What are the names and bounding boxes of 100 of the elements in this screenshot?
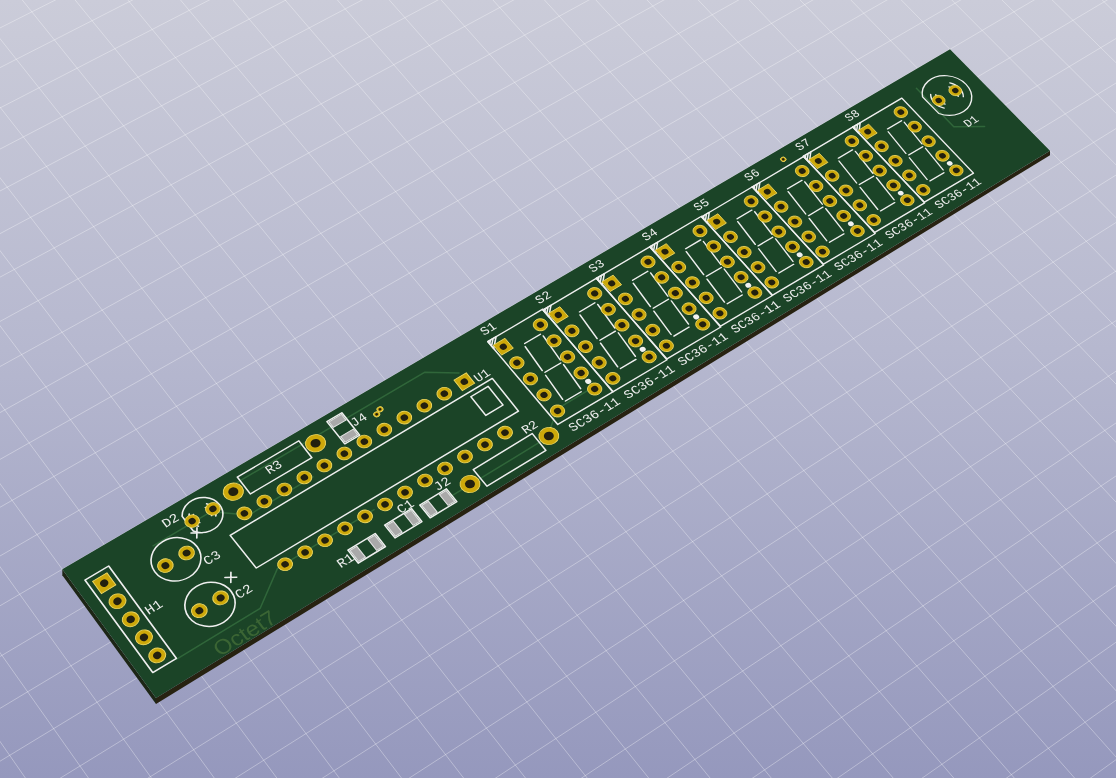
solder-pad: [921, 135, 936, 148]
solder-pad: [92, 572, 117, 594]
smd-pad: [328, 413, 347, 429]
pin-one-marker: [649, 241, 659, 255]
solder-pad: [337, 521, 353, 536]
solder-pad: [357, 509, 373, 524]
solder-pad: [336, 446, 353, 461]
solder-pad: [667, 286, 683, 300]
solder-pad: [888, 155, 903, 167]
solder-pad: [437, 461, 453, 476]
solder-pad: [547, 306, 569, 324]
solder-pad: [222, 482, 244, 501]
copper-trace: [915, 87, 986, 128]
silkscreen-label: R3: [262, 458, 286, 478]
solder-pad: [712, 307, 728, 320]
solder-pad: [591, 356, 607, 369]
solder-pad: [902, 169, 917, 182]
solder-pad: [205, 502, 221, 516]
pin-one-marker: [700, 211, 710, 225]
solder-pad: [824, 169, 840, 182]
solder-pad: [135, 629, 153, 646]
solder-pad: [857, 123, 878, 140]
solder-pad: [376, 422, 393, 437]
solder-pad: [948, 85, 963, 97]
solder-pad: [750, 261, 766, 274]
solder-pad: [858, 149, 873, 162]
solder-pad: [549, 404, 566, 418]
solder-pad: [935, 149, 950, 162]
solder-pad: [532, 318, 548, 332]
silkscreen-label: C1: [394, 497, 418, 518]
solder-pad: [743, 195, 759, 208]
solder-pad: [685, 276, 700, 289]
solder-pad: [236, 506, 253, 521]
silkscreen-label: S8: [842, 107, 864, 125]
solder-pad: [276, 482, 293, 497]
silkscreen-label: H1: [142, 597, 167, 619]
solder-pad: [157, 558, 174, 573]
solder-pad: [256, 494, 273, 509]
smd-pad: [421, 500, 438, 517]
solder-pad: [377, 497, 393, 512]
solder-pad: [757, 210, 773, 223]
solder-pad: [886, 179, 901, 192]
silkscreen-label: S3: [586, 257, 609, 276]
silkscreen-label: U1: [471, 366, 495, 386]
smd-pad: [339, 428, 359, 443]
solder-pad: [852, 199, 867, 212]
solder-pad: [396, 410, 413, 425]
via: [780, 156, 787, 162]
solder-pad: [356, 434, 373, 449]
pin-one-marker: [542, 304, 552, 318]
solder-pad: [587, 287, 603, 300]
solder-pad: [764, 276, 780, 289]
solder-pad: [184, 514, 200, 528]
silkscreen-label: S4: [639, 226, 662, 245]
solder-pad: [148, 647, 167, 664]
solder-pad: [628, 334, 644, 348]
solder-pad: [872, 164, 887, 177]
silkscreen-label: S7: [792, 136, 815, 154]
solder-pad: [773, 200, 789, 213]
solder-pad: [900, 194, 915, 207]
silkscreen-label: J4: [347, 410, 371, 431]
solder-pad: [838, 184, 854, 197]
solder-pad: [121, 611, 140, 628]
solder-pad: [747, 286, 763, 299]
solder-pad: [417, 473, 433, 488]
solder-pad: [457, 449, 473, 464]
solder-pad: [316, 458, 333, 473]
solder-pad: [720, 255, 735, 268]
solder-pad: [736, 246, 752, 259]
solder-pad: [808, 180, 824, 192]
solder-pad: [733, 271, 749, 284]
decimal-point-mark: [946, 161, 953, 166]
solder-pad: [178, 545, 195, 561]
solder-pad: [671, 260, 687, 274]
decimal-point-mark: [639, 346, 646, 352]
decimal-point-mark: [585, 378, 592, 384]
solder-pad: [787, 215, 803, 228]
solder-pad: [640, 255, 656, 269]
pin-one-marker: [595, 272, 606, 286]
solder-pad: [601, 274, 622, 292]
solder-pad: [573, 366, 589, 380]
solder-pad: [874, 140, 889, 153]
silkscreen-label: C3: [200, 548, 225, 569]
smd-pad: [438, 489, 456, 507]
solder-pad: [631, 308, 647, 321]
solder-pad: [757, 183, 778, 200]
solder-pad: [305, 434, 327, 453]
solder-pad: [108, 593, 127, 610]
solder-pad: [297, 545, 313, 560]
solder-pad: [949, 164, 964, 177]
silkscreen-label: S2: [532, 288, 555, 308]
solder-pad: [654, 271, 670, 284]
solder-pad: [916, 184, 931, 196]
solder-pad: [605, 372, 621, 385]
solder-pad: [658, 339, 674, 352]
solder-pad: [893, 106, 908, 118]
silkscreen-label: D2: [159, 511, 183, 532]
silkscreen-label: S1: [477, 320, 501, 339]
solder-pad: [617, 292, 633, 306]
solder-pad: [706, 240, 722, 253]
